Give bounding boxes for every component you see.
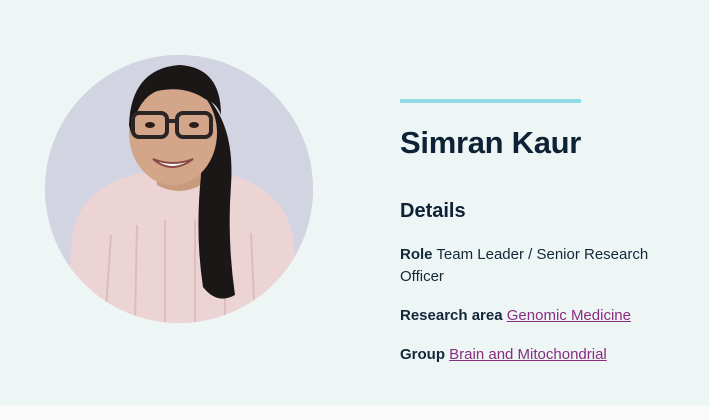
role-label: Role (400, 246, 433, 263)
research-area-link[interactable]: Genomic Medicine (507, 307, 631, 324)
details-heading: Details (400, 200, 466, 222)
profile-name: Simran Kaur (400, 125, 582, 160)
detail-role: Role Team Leader / Senior Research Offic… (400, 244, 690, 288)
profile-info: Simran Kaur Details Role Team Leader / S… (400, 99, 690, 366)
group-link[interactable]: Brain and Mitochondrial (449, 346, 607, 363)
detail-research-area: Research area Genomic Medicine (400, 305, 690, 327)
detail-group: Group Brain and Mitochondrial (400, 344, 690, 366)
role-value: Team Leader / Senior Research Officer (400, 246, 649, 285)
group-label: Group (400, 346, 445, 363)
research-area-label: Research area (400, 307, 503, 324)
footer-strip (0, 406, 709, 420)
accent-divider (400, 99, 581, 103)
profile-section: Simran Kaur Details Role Team Leader / S… (0, 0, 709, 406)
portrait-illustration (45, 55, 313, 323)
profile-photo (45, 55, 313, 323)
